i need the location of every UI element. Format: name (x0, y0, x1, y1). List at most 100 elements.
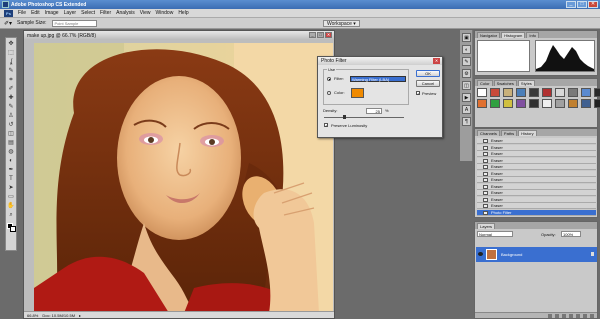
new-group-icon[interactable] (576, 313, 580, 318)
menu-filter[interactable]: Filter (100, 10, 111, 16)
style-swatch[interactable] (490, 99, 500, 108)
history-state-row[interactable]: Eraser (477, 164, 596, 170)
delete-layer-icon[interactable] (590, 313, 594, 318)
zoom-level[interactable]: 66.8% (27, 313, 38, 318)
style-swatch[interactable] (477, 99, 487, 108)
cancel-button[interactable]: Cancel (416, 80, 440, 87)
maximize-button[interactable]: □ (577, 1, 587, 8)
style-swatch[interactable] (516, 88, 526, 97)
history-state-row[interactable]: Eraser (477, 196, 596, 203)
color-dock-icon[interactable]: ◐ (462, 45, 471, 54)
history-state-row[interactable]: Eraser (477, 183, 596, 190)
sample-size-select[interactable]: Point Sample (51, 19, 97, 27)
style-swatch[interactable] (568, 88, 578, 97)
style-swatch[interactable] (503, 99, 513, 108)
style-swatch[interactable] (594, 88, 600, 97)
adjustment-layer-icon[interactable] (569, 313, 573, 318)
current-tool-icon[interactable]: ✐▾ (4, 20, 12, 27)
history-state-row[interactable]: Photo Filter (477, 209, 596, 216)
density-slider-thumb[interactable] (342, 115, 346, 119)
dialog-close-icon[interactable]: ✕ (433, 58, 440, 64)
pen-icon[interactable]: ✒ (7, 166, 15, 174)
background-color-swatch[interactable] (9, 226, 16, 232)
crop-icon[interactable]: ⌗ (7, 76, 15, 84)
style-swatch[interactable] (542, 88, 552, 97)
layer-mask-icon[interactable] (562, 313, 566, 318)
tab-paths[interactable]: Paths (500, 130, 518, 136)
blur-icon[interactable]: ◍ (7, 148, 15, 156)
menu-help[interactable]: Help (178, 10, 188, 16)
shape-icon[interactable]: ▭ (7, 193, 15, 201)
visibility-eye-icon[interactable] (478, 252, 483, 256)
history-state-row[interactable]: Eraser (477, 157, 596, 164)
paragraph-dock-icon[interactable]: ¶ (462, 117, 471, 126)
filter-select[interactable]: Warming Filter (LBA) (350, 76, 406, 82)
character-dock-icon[interactable]: A (462, 105, 471, 114)
document-tab[interactable]: make up.jpg @ 66.7% (RGB/8) _ □ ✕ (24, 31, 334, 40)
history-state-row[interactable]: Eraser (477, 138, 596, 144)
tool-presets-dock-icon[interactable]: ⚙ (462, 69, 471, 78)
doc-minimize-button[interactable]: _ (309, 32, 316, 38)
filter-color-swatch[interactable] (351, 88, 364, 98)
menu-window[interactable]: Window (156, 10, 174, 16)
style-swatch[interactable] (516, 99, 526, 108)
history-state-row[interactable]: Eraser (477, 151, 596, 157)
dodge-icon[interactable]: ◐ (7, 157, 15, 165)
marquee-icon[interactable]: ⬚ (7, 49, 15, 57)
density-input[interactable]: 25 (366, 108, 382, 114)
stamp-icon[interactable]: ♙ (7, 112, 15, 120)
tab-styles[interactable]: Styles (517, 80, 535, 86)
menu-image[interactable]: Image (45, 10, 59, 16)
status-arrow-icon[interactable]: ▸ (79, 313, 81, 318)
ok-button[interactable]: OK (416, 70, 440, 77)
path-select-icon[interactable]: ➤ (7, 184, 15, 192)
style-swatch[interactable] (529, 99, 539, 108)
history-state-row[interactable]: Eraser (477, 177, 596, 183)
layer-style-icon[interactable] (555, 313, 559, 318)
tab-info[interactable]: Info (526, 32, 540, 38)
style-swatch[interactable] (581, 88, 591, 97)
minimize-button[interactable]: _ (566, 1, 576, 8)
color-swatches[interactable] (6, 223, 16, 232)
style-swatch[interactable] (490, 88, 500, 97)
navigator-thumbnail[interactable] (477, 40, 530, 72)
blend-mode-select[interactable]: Normal (477, 231, 513, 237)
new-layer-icon[interactable] (583, 313, 587, 318)
filter-radio[interactable] (327, 77, 331, 81)
quick-select-icon[interactable]: ✎ (7, 67, 15, 75)
history-state-row[interactable]: Eraser (477, 203, 596, 209)
actions-dock-icon[interactable]: ▶ (462, 93, 471, 102)
tab-swatches[interactable]: Swatches (493, 80, 517, 86)
menu-layer[interactable]: Layer (64, 10, 77, 16)
preview-checkbox[interactable]: ✓ (416, 91, 420, 96)
menu-analysis[interactable]: Analysis (116, 10, 135, 16)
tab-color[interactable]: Color (477, 80, 493, 86)
tab-channels[interactable]: Channels (477, 130, 500, 136)
clone-source-dock-icon[interactable]: ◫ (462, 81, 471, 90)
link-layers-icon[interactable] (548, 313, 552, 318)
opacity-input[interactable]: 100% (561, 231, 581, 237)
style-swatch[interactable] (503, 88, 513, 97)
history-state-row[interactable]: Eraser (477, 170, 596, 177)
layer-row-background[interactable]: Background (476, 247, 597, 262)
hand-icon[interactable]: ✋ (7, 202, 15, 210)
eraser-icon[interactable]: ◫ (7, 130, 15, 138)
eyedropper-icon[interactable]: ✐ (7, 85, 15, 93)
style-swatch[interactable] (594, 99, 600, 108)
zoom-icon[interactable]: ⌕ (7, 211, 15, 219)
tab-layers[interactable]: Layers (477, 223, 496, 229)
navigator-dock-icon[interactable]: ▣ (462, 33, 471, 42)
doc-close-button[interactable]: ✕ (325, 32, 332, 38)
style-swatch[interactable] (581, 99, 591, 108)
doc-maximize-button[interactable]: □ (317, 32, 324, 38)
brush-icon[interactable]: ✎ (7, 103, 15, 111)
menu-view[interactable]: View (140, 10, 151, 16)
workspace-button[interactable]: Workspace ▾ (323, 20, 360, 27)
healing-icon[interactable]: ✚ (7, 94, 15, 102)
color-radio[interactable] (327, 91, 331, 95)
tab-history[interactable]: History (518, 130, 537, 136)
close-button[interactable]: ✕ (588, 1, 598, 8)
menu-edit[interactable]: Edit (31, 10, 40, 16)
style-swatch[interactable] (568, 99, 578, 108)
preserve-luminosity-checkbox[interactable]: ✓ (324, 123, 328, 128)
